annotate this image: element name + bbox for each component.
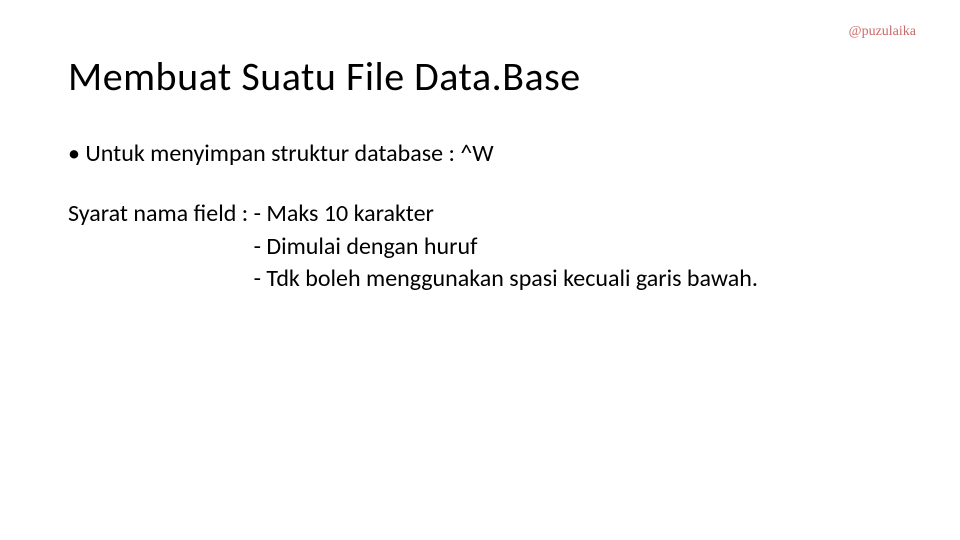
bullet-text-1: Untuk menyimpan struktur database : ^W (85, 139, 493, 168)
field-rule-line-1: - Maks 10 karakter (254, 198, 758, 230)
slide-title: Membuat Suatu File Data.Base (68, 52, 581, 101)
slide: @puzulaika Membuat Suatu File Data.Base … (0, 0, 960, 540)
slide-body: Untuk menyimpan struktur database : ^W S… (68, 138, 900, 296)
field-rule-line-2: - Dimulai dengan huruf (254, 231, 758, 263)
field-rules-label: Syarat nama field : (68, 198, 254, 230)
field-rules: Syarat nama field : - Maks 10 karakter -… (68, 198, 900, 295)
bullet-item-1: Untuk menyimpan struktur database : ^W (68, 138, 900, 170)
field-rules-lines: - Maks 10 karakter - Dimulai dengan huru… (254, 198, 758, 295)
field-rule-line-3: - Tdk boleh menggunakan spasi kecuali ga… (254, 263, 758, 295)
watermark-text: @puzulaika (849, 24, 916, 40)
